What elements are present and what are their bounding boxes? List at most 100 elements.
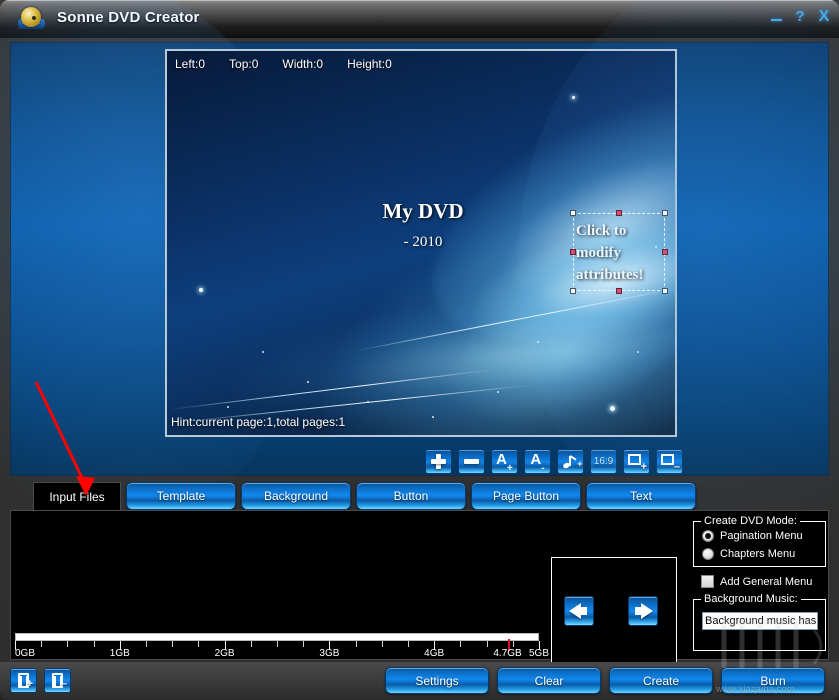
background-music-field[interactable]: Background music has no xyxy=(702,612,818,630)
capacity-tick xyxy=(94,641,95,647)
capacity-label: 3GB xyxy=(319,648,339,659)
capacity-tick xyxy=(356,641,357,647)
remove-item-button[interactable] xyxy=(458,449,485,474)
preview-region: Left:0 Top:0 Width:0 Height:0 My DVD - 2010… xyxy=(10,42,829,476)
capacity-tick xyxy=(513,641,514,647)
resize-handle-left-middle[interactable] xyxy=(570,249,576,255)
resize-handle-top-right[interactable] xyxy=(662,210,668,216)
decrease-font-button[interactable]: A- xyxy=(524,449,551,474)
star-sparkle xyxy=(227,406,229,408)
dvd-menu-canvas[interactable]: Left:0 Top:0 Width:0 Height:0 My DVD - 2010… xyxy=(165,49,677,437)
background-music-group: Background Music: Background music has n… xyxy=(693,599,826,651)
capacity-tick xyxy=(172,641,173,647)
capacity-label: 4GB xyxy=(424,648,444,659)
page-navigation-box xyxy=(551,557,677,677)
resize-handle-top-middle[interactable] xyxy=(616,210,622,216)
star-sparkle xyxy=(637,351,639,353)
tab-page-button[interactable]: Page Button xyxy=(471,482,581,510)
create-dvd-mode-title: Create DVD Mode: xyxy=(701,515,800,527)
radio-pagination-label: Pagination Menu xyxy=(720,530,803,542)
previous-page-button[interactable] xyxy=(564,596,594,626)
star-sparkle xyxy=(432,416,434,418)
star-sparkle xyxy=(537,341,539,343)
increase-font-button[interactable]: A+ xyxy=(491,449,518,474)
frame-add-icon xyxy=(628,454,641,465)
aspect-ratio-button[interactable]: 16:9 xyxy=(590,449,617,474)
tab-input-files[interactable]: Input Files xyxy=(33,482,121,510)
capacity-tick xyxy=(460,641,461,647)
bottom-bar: + – Settings Clear Create Burn xyxy=(0,662,839,700)
checkbox-indicator xyxy=(701,575,714,588)
resize-handle-top-left[interactable] xyxy=(570,210,576,216)
add-page-button[interactable]: + xyxy=(623,449,650,474)
capacity-tick xyxy=(303,641,304,647)
capacity-bar xyxy=(15,633,539,641)
capacity-label: 5GB xyxy=(529,648,549,659)
edit-toolbar: A+ A- + 16:9 + xyxy=(425,449,683,474)
add-item-button[interactable] xyxy=(425,449,452,474)
star-sparkle xyxy=(497,391,499,393)
tab-background[interactable]: Background xyxy=(241,482,351,510)
aspect-ratio-label: 16:9 xyxy=(594,457,613,467)
dvd-subtitle-text[interactable]: - 2010 xyxy=(167,234,677,251)
capacity-tick xyxy=(41,641,42,647)
clear-button[interactable]: Clear xyxy=(497,667,601,694)
tab-template[interactable]: Template xyxy=(126,482,236,510)
resize-handle-bottom-left[interactable] xyxy=(570,288,576,294)
page-hint-text: Hint:current page:1,total pages:1 xyxy=(171,415,345,429)
film-add-icon: + xyxy=(18,673,29,688)
star-sparkle xyxy=(307,381,309,383)
capacity-tick xyxy=(146,641,147,647)
add-file-button[interactable]: + xyxy=(10,668,37,693)
lower-panel: 0GB1GB2GB3GB4GB4.7GB5GB xyxy=(10,510,829,660)
settings-button[interactable]: Settings xyxy=(385,667,489,694)
coordinate-readout: Left:0 Top:0 Width:0 Height:0 xyxy=(167,51,675,77)
application-window: Sonne DVD Creator ? X xyxy=(0,0,839,700)
add-general-menu-label: Add General Menu xyxy=(720,576,812,588)
radio-pagination-menu[interactable]: Pagination Menu xyxy=(702,530,803,542)
resize-handle-bottom-right[interactable] xyxy=(662,288,668,294)
options-panel: Create DVD Mode: Pagination Menu Chapter… xyxy=(687,511,828,659)
coord-top: Top:0 xyxy=(229,57,258,71)
capacity-tick xyxy=(408,641,409,647)
add-general-menu-checkbox[interactable]: Add General Menu xyxy=(701,575,812,588)
next-page-button[interactable] xyxy=(628,596,658,626)
selected-text-object[interactable]: Click to modify attributes! xyxy=(573,213,665,291)
create-button[interactable]: Create xyxy=(609,667,713,694)
background-swirl xyxy=(221,273,677,437)
radio-chapters-menu[interactable]: Chapters Menu xyxy=(702,548,795,560)
background-music-title: Background Music: xyxy=(701,593,801,605)
radio-chapters-label: Chapters Menu xyxy=(720,548,795,560)
radio-indicator xyxy=(702,530,714,542)
music-note-add-icon: + xyxy=(563,455,579,469)
coord-left: Left:0 xyxy=(175,57,205,71)
background-swirl xyxy=(254,122,677,437)
capacity-label: 4.7GB xyxy=(493,648,521,659)
capacity-tick xyxy=(487,641,488,647)
remove-file-button[interactable]: – xyxy=(44,668,71,693)
film-remove-icon: – xyxy=(52,673,63,688)
capacity-tick xyxy=(198,641,199,647)
file-list[interactable] xyxy=(11,511,541,631)
selected-text-label: Click to modify attributes! xyxy=(576,220,668,286)
background-thread xyxy=(168,369,496,410)
tab-text[interactable]: Text xyxy=(586,482,696,510)
capacity-tick xyxy=(251,641,252,647)
create-dvd-mode-group: Create DVD Mode: Pagination Menu Chapter… xyxy=(693,521,826,567)
dvd-title-text[interactable]: My DVD xyxy=(167,199,677,224)
add-music-button[interactable]: + xyxy=(557,449,584,474)
star-sparkle xyxy=(610,406,615,411)
resize-handle-bottom-middle[interactable] xyxy=(616,288,622,294)
radio-indicator xyxy=(702,548,714,560)
capacity-tick xyxy=(382,641,383,647)
frame-remove-icon xyxy=(661,454,674,465)
coord-height: Height:0 xyxy=(347,57,392,71)
coord-width: Width:0 xyxy=(282,57,323,71)
resize-handle-right-middle[interactable] xyxy=(662,249,668,255)
capacity-label: 1GB xyxy=(110,648,130,659)
capacity-tick xyxy=(277,641,278,647)
remove-page-button[interactable]: – xyxy=(656,449,683,474)
burn-button[interactable]: Burn xyxy=(721,667,825,694)
tab-button[interactable]: Button xyxy=(356,482,466,510)
star-sparkle xyxy=(199,288,203,292)
